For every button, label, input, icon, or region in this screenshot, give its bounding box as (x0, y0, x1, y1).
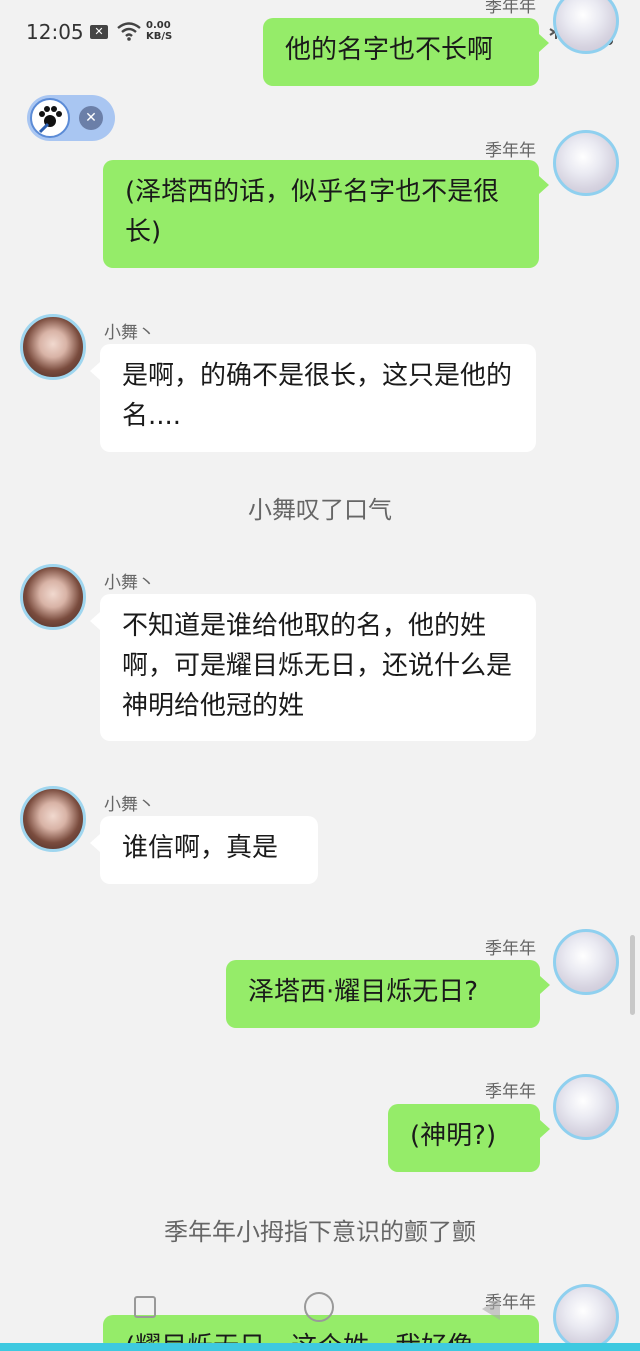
message-bubble[interactable]: 泽塔西·耀目烁无日? (226, 960, 540, 1028)
avatar[interactable] (553, 1284, 619, 1350)
scrollbar[interactable] (630, 935, 635, 1015)
bubble-tail (539, 34, 549, 52)
sender-name: 小舞丶 (104, 795, 155, 815)
paw-icon[interactable] (30, 98, 70, 138)
message-bubble[interactable]: 谁信啊，真是 (100, 816, 318, 884)
bubble-tail (540, 1120, 550, 1138)
close-icon[interactable]: ✕ (79, 106, 103, 130)
avatar[interactable] (553, 1074, 619, 1140)
bottom-accent-bar (0, 1343, 640, 1351)
narration-text: 小舞叹了口气 (248, 496, 392, 524)
avatar[interactable] (20, 314, 86, 380)
avatar[interactable] (20, 786, 86, 852)
recent-apps-button[interactable] (134, 1296, 156, 1318)
sender-name: 季年年 (485, 141, 536, 161)
message-bubble[interactable]: 是啊，的确不是很长，这只是他的名.... (100, 344, 536, 452)
bubble-tail (539, 176, 549, 194)
sender-name: 季年年 (485, 1082, 536, 1102)
message-bubble[interactable]: 不知道是谁给他取的名，他的姓啊，可是耀目烁无日，还说什么是神明给他冠的姓 (100, 594, 536, 741)
status-time: 12:05 (26, 20, 84, 44)
home-button[interactable] (304, 1292, 334, 1322)
network-speed-value: 0.00 (146, 20, 171, 31)
wifi-icon (117, 22, 141, 41)
avatar[interactable] (20, 564, 86, 630)
bubble-tail (540, 976, 550, 994)
bubble-tail (90, 612, 100, 630)
bubble-tail (90, 362, 100, 380)
notification-icon: ✕ (90, 25, 108, 39)
narration-text: 季年年小拇指下意识的颤了颤 (164, 1218, 476, 1246)
message-bubble[interactable]: (神明?) (388, 1104, 540, 1172)
bubble-tail (90, 834, 100, 852)
message-bubble[interactable]: 他的名字也不长啊 (263, 18, 539, 86)
sender-name: 季年年 (485, 939, 536, 959)
avatar[interactable] (553, 130, 619, 196)
network-speed: 0.00 KB/S (146, 20, 172, 42)
avatar[interactable] (553, 929, 619, 995)
back-button[interactable] (482, 1298, 500, 1320)
sender-name: 季年年 (485, 0, 536, 17)
network-speed-unit: KB/S (146, 31, 173, 42)
sender-name: 小舞丶 (104, 573, 155, 593)
message-bubble[interactable]: (泽塔西的话，似乎名字也不是很长) (103, 160, 539, 268)
sender-name: 小舞丶 (104, 323, 155, 343)
